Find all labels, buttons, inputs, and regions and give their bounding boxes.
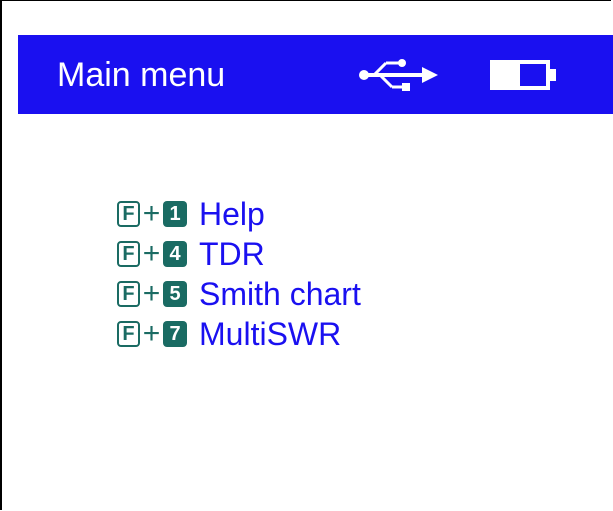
- plus-sign: +: [142, 197, 161, 230]
- number-key-badge: 7: [163, 321, 187, 347]
- number-key-badge: 5: [163, 281, 187, 307]
- menu-item-tdr[interactable]: F + 4 TDR: [117, 234, 361, 274]
- menu-item-help[interactable]: F + 1 Help: [117, 194, 361, 234]
- device-screen: Main menu F + 1 Help F + 4 TDR F + 5 Smi…: [0, 0, 613, 510]
- main-menu: F + 1 Help F + 4 TDR F + 5 Smith chart F…: [117, 194, 361, 354]
- usb-icon: [359, 59, 438, 91]
- f-key-badge: F: [117, 321, 140, 347]
- menu-item-label: Help: [199, 196, 265, 232]
- f-key-badge: F: [117, 281, 140, 307]
- plus-sign: +: [142, 277, 161, 310]
- f-key-badge: F: [117, 201, 140, 227]
- menu-item-smith-chart[interactable]: F + 5 Smith chart: [117, 274, 361, 314]
- menu-item-multiswr[interactable]: F + 7 MultiSWR: [117, 314, 361, 354]
- plus-sign: +: [142, 237, 161, 270]
- title-bar: Main menu: [18, 35, 613, 114]
- plus-sign: +: [142, 317, 161, 350]
- menu-item-label: Smith chart: [199, 276, 361, 312]
- battery-icon: [490, 60, 556, 90]
- number-key-badge: 1: [163, 201, 187, 227]
- menu-item-label: MultiSWR: [199, 316, 342, 352]
- f-key-badge: F: [117, 241, 140, 267]
- number-key-badge: 4: [163, 241, 187, 267]
- page-title: Main menu: [57, 56, 226, 94]
- menu-item-label: TDR: [199, 236, 265, 272]
